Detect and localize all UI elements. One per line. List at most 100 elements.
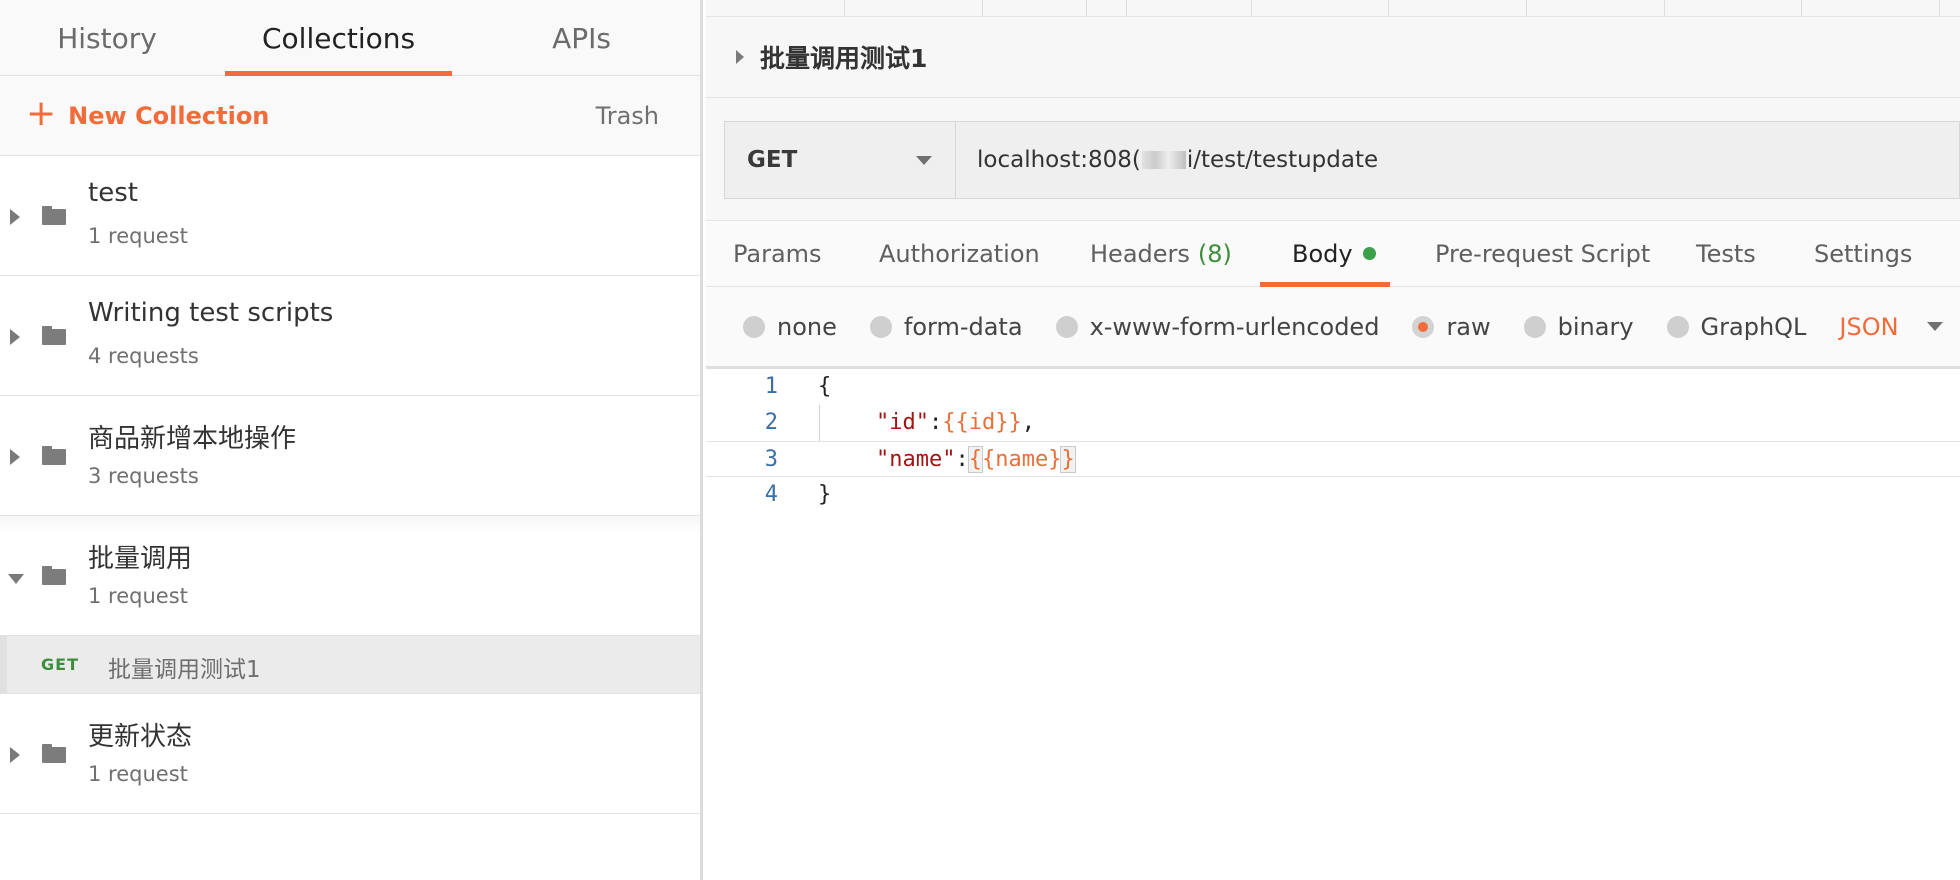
tab-label: Tests <box>1696 239 1756 268</box>
tab-params[interactable]: Params <box>733 221 822 287</box>
json-punct: , <box>1021 410 1035 435</box>
caret-right-icon[interactable] <box>736 50 744 64</box>
json-value: {{id}} <box>942 410 1022 435</box>
request-name: 批量调用测试1 <box>108 657 261 683</box>
tab-collections[interactable]: Collections <box>214 0 463 76</box>
collection-name: 更新状态 <box>88 722 193 752</box>
caret-right-icon[interactable] <box>10 747 20 763</box>
request-title: 批量调用测试1 <box>760 44 928 73</box>
tab-settings[interactable]: Settings <box>1814 221 1912 287</box>
request-header[interactable]: 批量调用测试1 <box>706 17 1960 98</box>
tab-headers[interactable]: Headers (8) <box>1090 221 1232 287</box>
option-label: GraphQL <box>1700 312 1807 341</box>
collection-count: 3 requests <box>88 464 199 488</box>
radio-none[interactable]: none <box>743 313 837 341</box>
caret-right-icon[interactable] <box>10 329 20 345</box>
folder-icon <box>42 446 66 465</box>
folder-icon <box>42 744 66 763</box>
sidebar: History Collections APIs + New Collectio… <box>0 0 703 880</box>
radio-selected-icon <box>1412 315 1435 338</box>
redacted-segment <box>1141 151 1186 169</box>
radio-binary[interactable]: binary <box>1523 312 1634 341</box>
collection-name: test <box>88 178 138 208</box>
folder-icon <box>42 326 66 345</box>
method-select[interactable]: GET <box>725 122 956 198</box>
tab-tests[interactable]: Tests <box>1696 221 1756 287</box>
collection-count: 1 request <box>88 584 188 608</box>
line-number: 3 <box>764 447 778 472</box>
format-label: JSON <box>1839 312 1899 341</box>
code-text: } <box>818 482 832 507</box>
caret-down-icon[interactable] <box>8 574 24 584</box>
radio-x-www-form-urlencoded[interactable]: x-www-form-urlencoded <box>1055 312 1380 341</box>
line-number: 4 <box>764 482 778 507</box>
url-suffix: i/test/testupdate <box>1186 147 1379 173</box>
plus-icon: + <box>26 92 57 134</box>
caret-right-icon[interactable] <box>10 209 20 225</box>
collection-item[interactable]: 更新状态 1 request <box>0 694 700 814</box>
url-input[interactable]: localhost:808( i/test/testupdate <box>956 122 1959 198</box>
headers-count: (8) <box>1197 239 1232 268</box>
tab-label: Headers <box>1090 239 1190 268</box>
collection-name: 批量调用 <box>88 544 193 574</box>
tab-history[interactable]: History <box>0 0 214 76</box>
radio-graphql[interactable]: GraphQL <box>1666 312 1807 341</box>
collection-name: Writing test scripts <box>88 298 334 328</box>
option-label: raw <box>1446 312 1491 341</box>
option-label: form-data <box>903 312 1023 341</box>
url-prefix: localhost:808( <box>977 147 1141 173</box>
option-label: binary <box>1557 312 1634 341</box>
chevron-down-icon <box>916 155 932 165</box>
tab-body[interactable]: Body <box>1260 221 1390 287</box>
tab-authorization[interactable]: Authorization <box>879 221 1040 287</box>
collection-item[interactable]: 批量调用 1 request <box>0 516 700 636</box>
url-area: GET localhost:808( i/test/testupdate <box>706 98 1960 221</box>
request-tabs: Params Authorization Headers (8) Body Pre… <box>706 221 1960 287</box>
json-value: {name} <box>981 447 1062 472</box>
json-value-bracket: } <box>1060 446 1076 473</box>
request-panel: 批量调用测试1 GET localhost:808( i/test/testupd… <box>706 0 1960 880</box>
status-dot-icon <box>1362 247 1376 260</box>
collection-count: 4 requests <box>88 344 199 368</box>
radio-icon <box>869 315 892 338</box>
code-text: "id":{{id}}, <box>876 410 1035 435</box>
option-label: x-www-form-urlencoded <box>1089 312 1380 341</box>
method-label: GET <box>747 147 798 173</box>
new-collection-label: New Collection <box>68 101 270 130</box>
request-item[interactable]: GET 批量调用测试1 <box>0 636 700 694</box>
body-type-options: none form-data x-www-form-urlencoded raw… <box>706 287 1960 369</box>
collection-item[interactable]: test 1 request <box>0 156 700 276</box>
tab-label: Body <box>1292 239 1353 268</box>
collection-count: 1 request <box>88 224 188 248</box>
radio-icon <box>1666 315 1689 338</box>
tab-label: Settings <box>1814 239 1913 268</box>
code-text: "name":{{name}} <box>876 446 1076 473</box>
collection-toolbar: + New Collection Trash <box>0 76 700 156</box>
sidebar-tabs: History Collections APIs <box>0 0 700 76</box>
code-line: 2 "id":{{id}}, <box>706 405 1960 441</box>
trash-button[interactable]: Trash <box>596 102 659 130</box>
chevron-down-icon <box>1926 322 1943 331</box>
url-bar: GET localhost:808( i/test/testupdate <box>724 121 1960 199</box>
tab-pre-request-script[interactable]: Pre-request Script <box>1435 221 1650 287</box>
new-collection-button[interactable]: + New Collection <box>26 92 270 134</box>
collection-item[interactable]: 商品新增本地操作 3 requests <box>0 396 700 516</box>
caret-right-icon[interactable] <box>10 449 20 465</box>
radio-icon <box>1055 315 1078 338</box>
tab-label: Authorization <box>879 239 1040 268</box>
tab-label: Pre-request Script <box>1435 239 1651 268</box>
folder-icon <box>42 206 66 225</box>
line-number: 2 <box>764 410 778 435</box>
tab-label: Params <box>733 239 822 268</box>
format-select[interactable]: JSON <box>1839 312 1943 341</box>
radio-form-data[interactable]: form-data <box>869 312 1023 341</box>
code-line-current: 3 "name":{{name}} <box>706 441 1960 477</box>
code-editor[interactable]: 1 { 2 "id":{{id}}, 3 "name":{{name}} 4 } <box>706 369 1960 869</box>
tab-apis[interactable]: APIs <box>463 0 700 76</box>
radio-raw[interactable]: raw <box>1412 312 1491 341</box>
request-tab-strip <box>706 0 1960 17</box>
line-number: 1 <box>764 374 778 399</box>
collection-item[interactable]: Writing test scripts 4 requests <box>0 276 700 396</box>
radio-icon <box>1523 315 1546 338</box>
json-key: "id" <box>876 410 929 435</box>
